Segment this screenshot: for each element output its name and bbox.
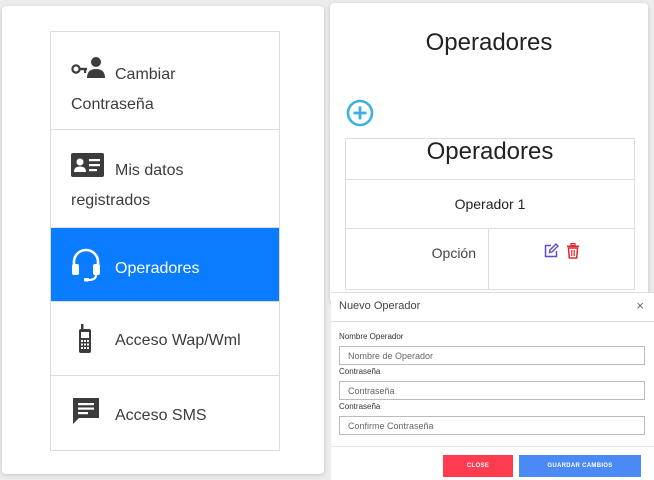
sidebar-item-label: Mis datos registrados bbox=[71, 162, 184, 209]
sidebar-item-label: Acceso Wap/Wml bbox=[115, 332, 241, 349]
sidebar-panel: Cambiar Contraseña Mis datos registrados bbox=[2, 6, 324, 474]
password-label: Contraseña bbox=[339, 367, 381, 376]
operator-name-label: Nombre Operador bbox=[339, 332, 404, 341]
close-button[interactable]: CLOSE bbox=[443, 455, 513, 477]
sidebar-item-label: Cambiar Contraseña bbox=[71, 66, 176, 113]
confirm-password-label: Contraseña bbox=[339, 402, 381, 411]
sidebar-item-change-password[interactable]: Cambiar Contraseña bbox=[51, 32, 279, 130]
operators-panel: Operadores Operadores Operador 1 Opción bbox=[330, 3, 648, 303]
modal-header: Nuevo Operador × bbox=[331, 293, 654, 322]
sidebar-item-label: Operadores bbox=[115, 260, 200, 277]
sidebar-menu: Cambiar Contraseña Mis datos registrados bbox=[50, 31, 280, 451]
edit-icon[interactable] bbox=[543, 243, 560, 264]
modal-footer bbox=[331, 446, 654, 447]
sidebar-item-operators[interactable]: Operadores bbox=[51, 228, 279, 302]
confirm-password-input[interactable] bbox=[339, 416, 645, 435]
sidebar-item-my-data[interactable]: Mis datos registrados bbox=[51, 130, 279, 228]
table-row: Opción bbox=[346, 229, 634, 289]
operator-name-input[interactable] bbox=[339, 346, 645, 365]
table-header: Operadores bbox=[346, 139, 634, 180]
sidebar-item-sms-access[interactable]: Acceso SMS bbox=[51, 376, 279, 450]
table-row: Operador 1 bbox=[346, 180, 634, 229]
row-actions bbox=[489, 229, 634, 289]
delete-icon[interactable] bbox=[566, 242, 580, 264]
password-input[interactable] bbox=[339, 381, 645, 400]
add-circle-icon[interactable] bbox=[346, 99, 374, 132]
operators-table: Operadores Operador 1 Opción bbox=[345, 138, 635, 290]
option-label: Opción bbox=[346, 229, 489, 289]
sidebar-item-label: Acceso SMS bbox=[115, 407, 207, 424]
modal-title: Nuevo Operador bbox=[339, 300, 421, 312]
save-changes-button[interactable]: GUARDAR CAMBIOS bbox=[519, 455, 641, 477]
sidebar-item-wap-access[interactable]: Acceso Wap/Wml bbox=[51, 302, 279, 376]
close-icon[interactable]: × bbox=[636, 298, 644, 313]
new-operator-modal: Nuevo Operador × Nombre Operador Contras… bbox=[331, 292, 654, 480]
page-title: Operadores bbox=[425, 29, 553, 56]
